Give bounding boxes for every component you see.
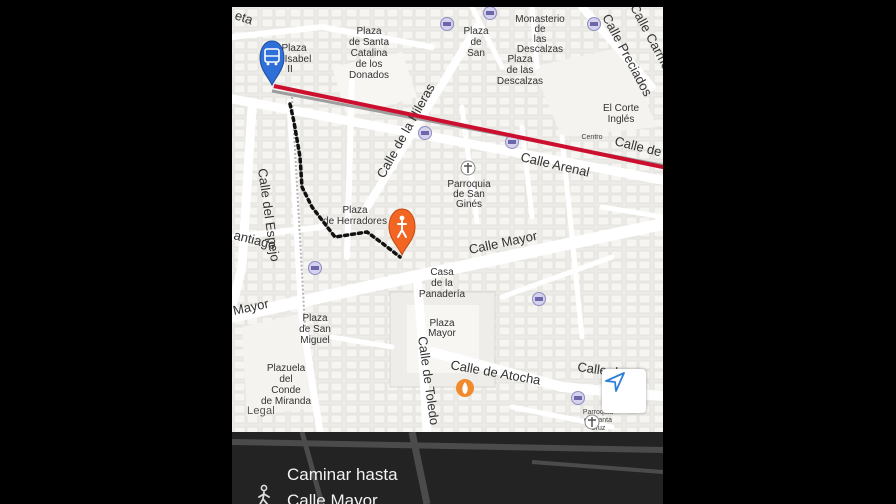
place-corte-ingles-2: Inglés <box>608 114 635 125</box>
location-arrow-icon <box>605 372 625 392</box>
place-san-miguel-2: de San <box>299 324 331 335</box>
locate-me-button[interactable] <box>602 369 646 413</box>
place-isabel-1: Plaza <box>281 43 306 54</box>
place-descalzas-1: Plaza <box>507 54 532 65</box>
directions-sheet[interactable]: Caminar hasta Calle Mayor <box>232 432 663 504</box>
place-isabel-3: II <box>287 64 293 75</box>
place-herradores-1: Plaza <box>342 205 367 216</box>
place-panaderia-1: Casa <box>430 267 454 278</box>
walk-destination-label: Calle Mayor <box>287 491 378 504</box>
hotel-icon <box>587 17 601 31</box>
place-san-miguel-3: Miguel <box>300 335 329 346</box>
hotel-icon <box>483 7 497 20</box>
place-panaderia-3: Panadería <box>419 289 466 300</box>
hotel-icon <box>440 17 454 31</box>
place-descalzas-3: Descalzas <box>497 76 543 87</box>
map-view[interactable]: Calle de la Hileras Calle Arenal Calle M… <box>232 7 663 432</box>
place-san-martin-1: Plaza <box>463 26 488 37</box>
legal-link[interactable]: Legal <box>247 405 275 417</box>
walking-person-icon <box>258 484 270 504</box>
place-conde-miranda-2: del <box>279 374 292 385</box>
place-descalzas-2: de las <box>507 65 534 76</box>
walk-instruction-title: Caminar hasta <box>287 465 398 484</box>
place-san-martin-3: San <box>467 48 485 59</box>
hotel-icon <box>571 391 585 405</box>
place-santa-catalina-1: Plaza <box>356 26 381 37</box>
place-san-miguel-1: Plaza <box>302 313 327 324</box>
place-herradores-2: de Herradores <box>323 216 387 227</box>
place-monasterio-4: Descalzas <box>517 44 563 55</box>
place-conde-miranda-1: Plazuela <box>267 363 306 374</box>
place-san-martin-2: de <box>470 37 482 48</box>
church-icon <box>460 160 476 176</box>
place-santa-catalina-4: de los <box>356 59 383 70</box>
hotel-icon <box>308 261 322 275</box>
map-canvas[interactable]: Calle de la Hileras Calle Arenal Calle M… <box>232 7 663 432</box>
place-conde-miranda-3: Conde <box>271 385 301 396</box>
place-panaderia-2: de la <box>431 278 453 289</box>
place-centro: Centro <box>581 134 602 141</box>
phone-screen: Calle de la Hileras Calle Arenal Calle M… <box>232 0 663 504</box>
place-san-gines-3: Ginés <box>456 199 482 210</box>
place-santa-catalina-2: de Santa <box>349 37 389 48</box>
place-santa-catalina-5: Donados <box>349 70 389 81</box>
hotel-icon <box>532 292 546 306</box>
fire-station-icon <box>456 379 474 397</box>
place-corte-ingles-1: El Corte <box>603 103 640 114</box>
church-icon <box>584 414 600 430</box>
place-plaza-mayor-2: Mayor <box>428 328 456 339</box>
hotel-icon <box>418 126 432 140</box>
place-santa-catalina-3: Catalina <box>351 48 388 59</box>
